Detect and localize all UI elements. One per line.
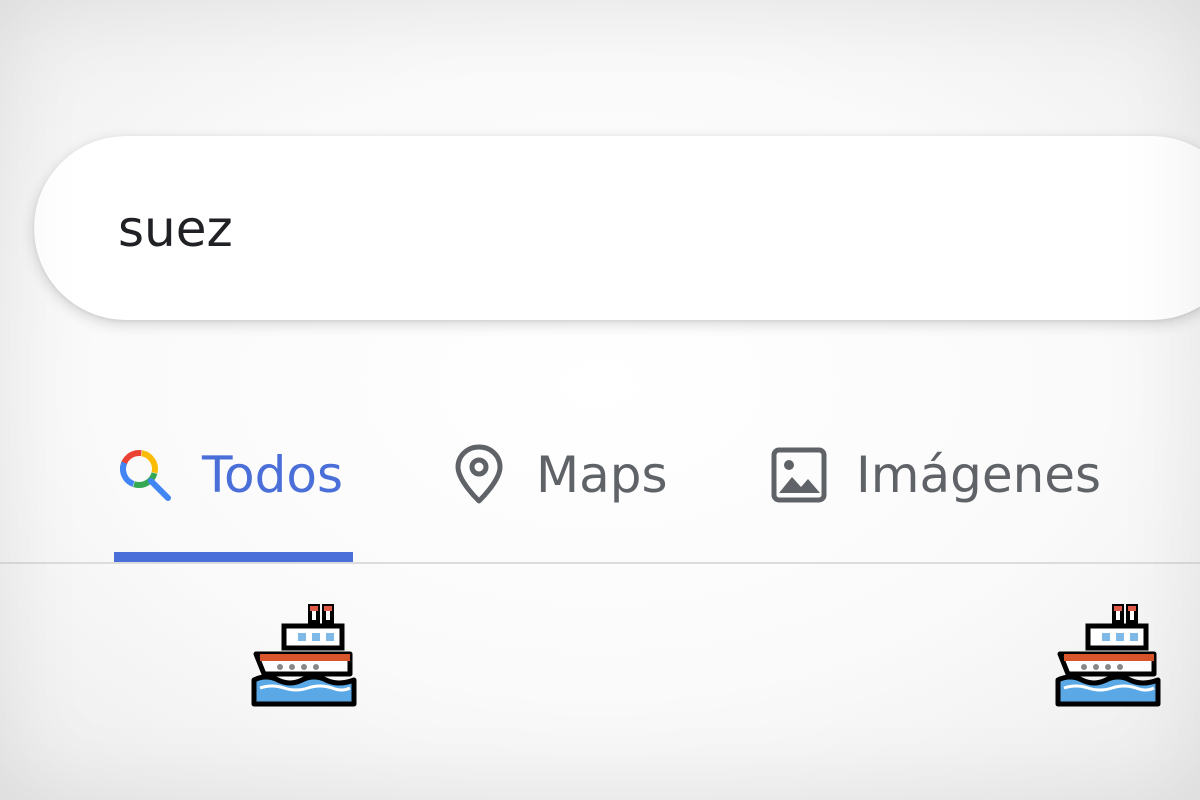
search-results-page: Todos Maps Imágenes <box>0 0 1200 800</box>
ship-emoji <box>1055 604 1161 707</box>
tab-images[interactable]: Imágenes <box>770 440 1101 510</box>
ship-emoji <box>251 604 357 707</box>
image-icon <box>770 446 828 504</box>
tab-all-label: Todos <box>202 446 344 504</box>
tab-all[interactable]: Todos <box>116 440 343 510</box>
tab-images-label: Imágenes <box>856 446 1102 504</box>
tab-maps[interactable]: Maps <box>452 440 668 510</box>
map-pin-icon <box>452 443 506 507</box>
search-input[interactable] <box>118 196 818 262</box>
tab-maps-label: Maps <box>536 446 668 504</box>
search-icon <box>116 446 174 504</box>
vignette-overlay <box>0 0 1200 800</box>
tabs-divider <box>0 562 1200 564</box>
